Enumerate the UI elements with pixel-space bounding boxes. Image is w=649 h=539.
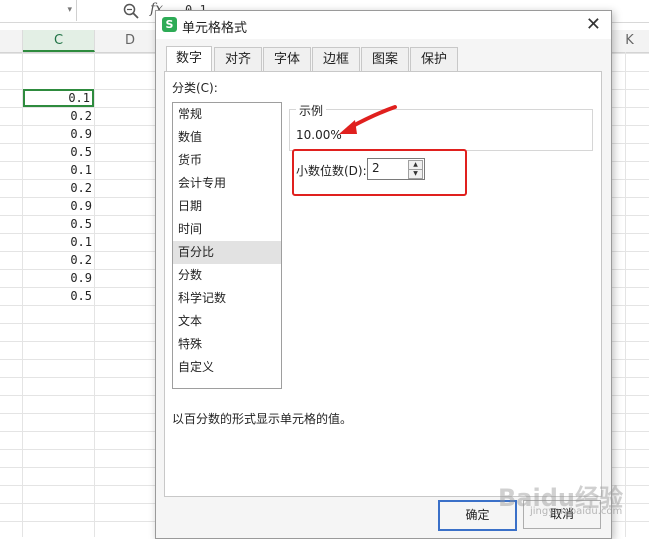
dialog-titlebar[interactable]: S 单元格格式 ✕ — [156, 11, 611, 39]
category-item[interactable]: 会计专用 — [173, 172, 281, 195]
cell-c8[interactable]: 0.1 — [23, 161, 94, 179]
sample-label: 示例 — [296, 102, 327, 119]
category-item[interactable]: 货币 — [173, 149, 281, 172]
wps-app-icon: S — [162, 17, 177, 32]
tab-protection[interactable]: 保护 — [410, 47, 458, 71]
category-item[interactable]: 特殊 — [173, 333, 281, 356]
category-item[interactable]: 时间 — [173, 218, 281, 241]
cell-c4[interactable]: 0.1 — [23, 89, 94, 107]
cell-c14[interactable]: 0.9 — [23, 269, 94, 287]
zoom-icon[interactable] — [122, 2, 140, 20]
column-header-c[interactable]: C — [23, 30, 95, 52]
watermark-subtitle: jingyan.baidu.com — [530, 506, 623, 517]
cell-c9[interactable]: 0.2 — [23, 179, 94, 197]
category-item[interactable]: 分数 — [173, 264, 281, 287]
name-box[interactable]: ▾ — [0, 0, 77, 21]
category-item[interactable]: 数值 — [173, 126, 281, 149]
cell-c7[interactable]: 0.5 — [23, 143, 94, 161]
cell-c11[interactable]: 0.5 — [23, 215, 94, 233]
tab-alignment[interactable]: 对齐 — [214, 47, 262, 71]
tab-number[interactable]: 数字 — [166, 46, 212, 72]
dialog-title: 单元格格式 — [182, 21, 248, 36]
cell-c6[interactable]: 0.9 — [23, 125, 94, 143]
category-description: 以百分数的形式显示单元格的值。 — [172, 412, 353, 426]
cell-c13[interactable]: 0.2 — [23, 251, 94, 269]
column-header-k[interactable]: K — [610, 30, 649, 53]
format-cells-dialog: S 单元格格式 ✕ 数字 对齐 字体 边框 图案 保护 分类(C): 常规 数值货… — [155, 10, 612, 539]
category-item[interactable]: 百分比 — [173, 241, 281, 264]
category-item[interactable]: 日期 — [173, 195, 281, 218]
category-item[interactable]: 常规 — [173, 103, 281, 126]
cell-c10[interactable]: 0.9 — [23, 197, 94, 215]
red-arrow-annotation — [339, 105, 397, 134]
category-item[interactable]: 文本 — [173, 310, 281, 333]
cell-c12[interactable]: 0.1 — [23, 233, 94, 251]
chevron-down-icon[interactable]: ▾ — [67, 5, 72, 15]
tab-border[interactable]: 边框 — [312, 47, 360, 71]
decimal-places-highlight — [292, 149, 467, 196]
close-icon[interactable]: ✕ — [586, 14, 601, 35]
tab-font[interactable]: 字体 — [263, 47, 311, 71]
tab-pattern[interactable]: 图案 — [361, 47, 409, 71]
cell-c15[interactable]: 0.5 — [23, 287, 94, 305]
category-item[interactable]: 科学记数 — [173, 287, 281, 310]
category-item[interactable]: 自定义 — [173, 356, 281, 379]
column-header-b[interactable] — [0, 30, 23, 52]
category-label: 分类(C): — [172, 81, 218, 95]
cell-c5[interactable]: 0.2 — [23, 107, 94, 125]
category-list[interactable]: 常规 数值 货币 会计专用 日期 时间 百分比 分数 科学记数 文本 特殊 自定义 — [172, 102, 282, 389]
